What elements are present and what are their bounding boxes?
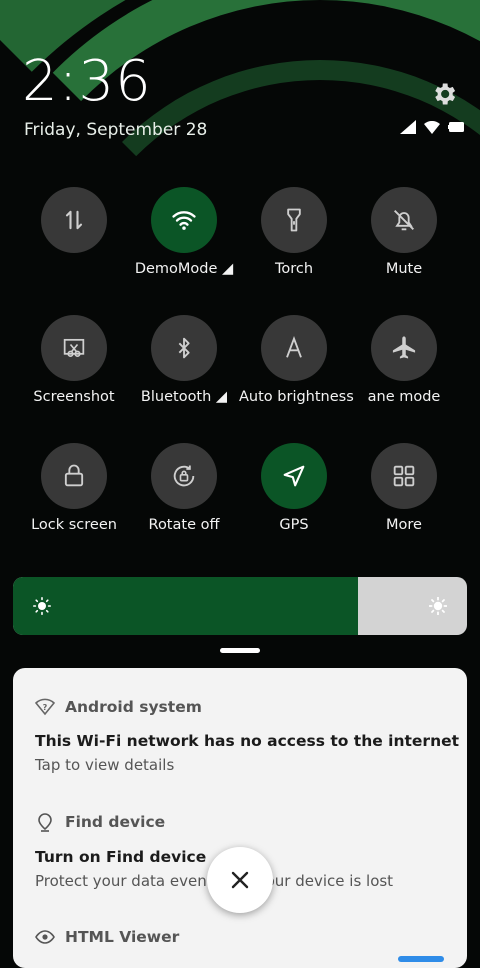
- location-pin-icon: [38, 813, 52, 832]
- tile-autobrightness-toggle[interactable]: [261, 315, 327, 381]
- airplane-icon: [392, 336, 416, 359]
- tile-more[interactable]: More: [349, 443, 459, 533]
- tile-more-toggle[interactable]: [371, 443, 437, 509]
- tile-label: ane mode: [367, 389, 441, 405]
- lock-icon: [64, 464, 84, 487]
- eye-icon: [35, 930, 55, 944]
- tile-bluetooth[interactable]: Bluetooth ◢: [129, 315, 239, 405]
- bell-off-icon: [394, 210, 414, 231]
- tile-label: Auto brightness: [239, 389, 354, 405]
- tile-data-toggle[interactable]: [41, 187, 107, 253]
- tile-mute-toggle[interactable]: [371, 187, 437, 253]
- date[interactable]: Friday, September 28: [24, 120, 207, 140]
- tile-screenshot[interactable]: Screenshot: [19, 315, 129, 405]
- notification-android-system[interactable]: ? Android system This Wi-Fi network has …: [35, 698, 459, 774]
- location-arrow-icon: [283, 465, 305, 487]
- tile-label: More: [386, 517, 422, 533]
- tile-torch-toggle[interactable]: [261, 187, 327, 253]
- notification-body: Tap to view details: [35, 756, 175, 774]
- close-icon: [231, 871, 249, 889]
- tile-gps-toggle[interactable]: [261, 443, 327, 509]
- drag-handle[interactable]: [220, 648, 260, 653]
- tile-label: Rotate off: [148, 517, 220, 533]
- tile-data[interactable]: [19, 187, 129, 261]
- tile-autobrightness[interactable]: Auto brightness: [239, 315, 354, 405]
- brightness-high-icon: [429, 597, 447, 615]
- tile-bluetooth-toggle[interactable]: [151, 315, 217, 381]
- brightness-low-icon: [33, 597, 51, 615]
- bluetooth-icon: [178, 337, 190, 359]
- data-transfer-icon: [65, 210, 83, 230]
- tile-label: Mute: [385, 261, 423, 277]
- tile-rotate[interactable]: Rotate off: [129, 443, 239, 533]
- auto-brightness-icon: [286, 336, 302, 358]
- flashlight-icon: [287, 208, 301, 232]
- settings-button[interactable]: [426, 76, 462, 112]
- screenshot-icon: [63, 338, 85, 357]
- wifi-icon: [172, 211, 196, 230]
- tile-rotate-toggle[interactable]: [151, 443, 217, 509]
- wifi-status-icon: [424, 120, 440, 134]
- gear-icon: [435, 83, 456, 105]
- tile-screenshot-toggle[interactable]: [41, 315, 107, 381]
- notification-title: This Wi-Fi network has no access to the …: [35, 732, 460, 750]
- brightness-slider[interactable]: [13, 577, 467, 635]
- signal-icon: [400, 120, 416, 134]
- status-bar-icons: [400, 120, 464, 134]
- tile-lockscreen[interactable]: Lock screen: [19, 443, 129, 533]
- tile-torch[interactable]: Torch: [239, 187, 349, 277]
- tile-airplane[interactable]: ane mode: [349, 315, 459, 405]
- tile-label: DemoMode ◢: [134, 261, 234, 277]
- clock[interactable]: 2:36: [22, 52, 152, 112]
- svg-text:?: ?: [43, 703, 48, 712]
- grid-icon: [393, 465, 415, 487]
- tile-mute[interactable]: Mute: [349, 187, 459, 277]
- notification-panel: ? Android system This Wi-Fi network has …: [13, 668, 467, 968]
- wifi-question-icon: ?: [35, 698, 55, 716]
- notification-app-name: HTML Viewer: [65, 928, 180, 946]
- tile-label: Lock screen: [31, 517, 117, 533]
- brightness-fill: [13, 577, 359, 635]
- tile-label: Torch: [274, 261, 314, 277]
- tile-label: Screenshot: [33, 389, 115, 405]
- tile-gps[interactable]: GPS: [239, 443, 349, 533]
- notification-app-name: Android system: [65, 698, 202, 716]
- notification-app-name: Find device: [65, 813, 166, 831]
- clear-notifications-button[interactable]: [207, 847, 273, 913]
- tile-lockscreen-toggle[interactable]: [41, 443, 107, 509]
- tile-airplane-toggle[interactable]: [371, 315, 437, 381]
- tile-wifi-toggle[interactable]: [151, 187, 217, 253]
- tile-label: Bluetooth ◢: [140, 389, 228, 405]
- rotate-lock-icon: [173, 465, 195, 487]
- notification-action-indicator: [398, 956, 444, 962]
- tile-label: GPS: [279, 517, 309, 533]
- notification-html-viewer[interactable]: HTML Viewer: [35, 928, 179, 946]
- tile-wifi[interactable]: DemoMode ◢: [129, 187, 239, 277]
- battery-icon: [448, 122, 464, 132]
